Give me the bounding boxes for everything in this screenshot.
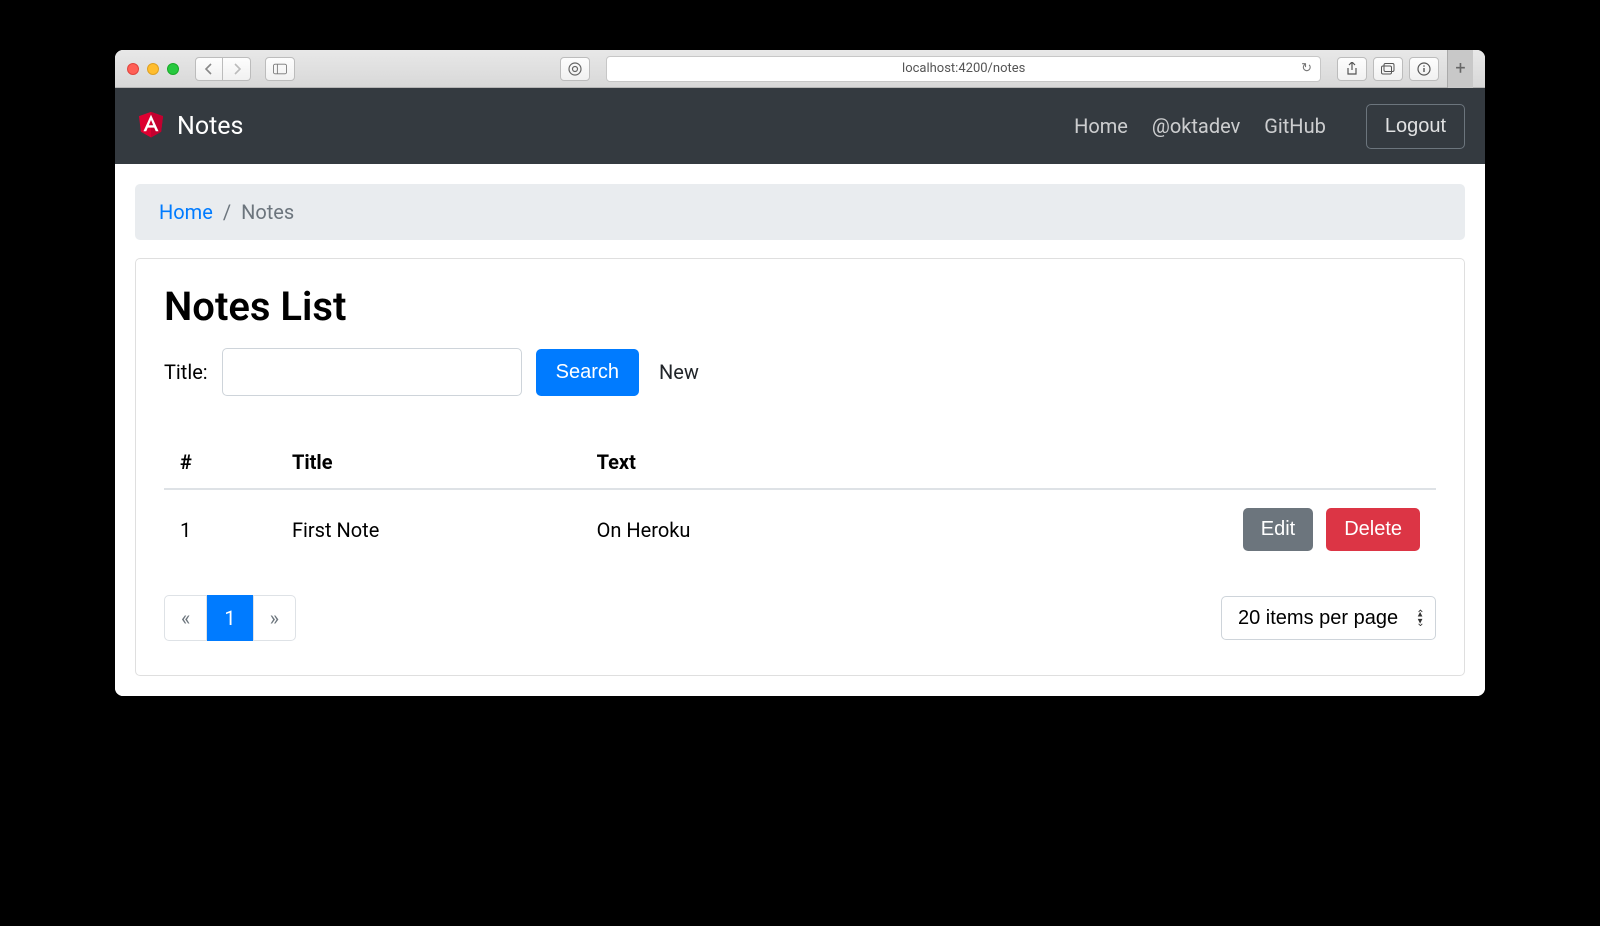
privacy-button[interactable]: [560, 57, 590, 81]
per-page-select-wrap: 20 items per page ▲▼: [1221, 596, 1436, 640]
window-controls: [127, 63, 179, 75]
nav-link-oktadev[interactable]: @oktadev: [1152, 114, 1240, 138]
address-bar[interactable]: localhost:4200/notes ↻: [606, 56, 1321, 82]
logout-button[interactable]: Logout: [1366, 104, 1465, 149]
table-footer: « 1 » 20 items per page ▲▼: [164, 595, 1436, 641]
minimize-window-icon[interactable]: [147, 63, 159, 75]
close-window-icon[interactable]: [127, 63, 139, 75]
content-area: Home / Notes Notes List Title: Search Ne…: [115, 164, 1485, 696]
filter-label: Title:: [164, 360, 208, 384]
url-text: localhost:4200/notes: [902, 61, 1025, 76]
cell-title: First Note: [276, 489, 581, 569]
info-button[interactable]: [1409, 57, 1439, 81]
delete-button[interactable]: Delete: [1326, 508, 1420, 551]
search-button[interactable]: Search: [536, 349, 639, 396]
notes-card: Notes List Title: Search New # Title Tex…: [135, 258, 1465, 676]
maximize-window-icon[interactable]: [167, 63, 179, 75]
page-current[interactable]: 1: [207, 595, 252, 641]
new-link[interactable]: New: [659, 360, 699, 384]
brand[interactable]: Notes: [135, 107, 243, 145]
breadcrumb-current: Notes: [241, 200, 294, 224]
angular-logo-icon: [135, 107, 167, 145]
breadcrumb: Home / Notes: [135, 184, 1465, 240]
nav-link-home[interactable]: Home: [1074, 114, 1128, 138]
chrome-right-controls: [1337, 57, 1439, 81]
cell-num: 1: [164, 489, 276, 569]
page-title: Notes List: [164, 283, 1436, 330]
notes-table: # Title Text 1 First Note On Heroku Edit…: [164, 436, 1436, 569]
col-text: Text: [581, 436, 902, 489]
breadcrumb-home[interactable]: Home: [159, 200, 213, 224]
col-actions: [902, 436, 1436, 489]
col-title: Title: [276, 436, 581, 489]
tabs-button[interactable]: [1373, 57, 1403, 81]
table-row: 1 First Note On Heroku Edit Delete: [164, 489, 1436, 569]
browser-chrome: localhost:4200/notes ↻ +: [115, 50, 1485, 88]
nav-links: Home @oktadev GitHub Logout: [1074, 104, 1465, 149]
browser-window: localhost:4200/notes ↻ + Notes Home @o: [115, 50, 1485, 696]
forward-button[interactable]: [223, 57, 251, 81]
refresh-icon[interactable]: ↻: [1301, 61, 1312, 76]
breadcrumb-separator: /: [223, 200, 231, 224]
select-caret-icon: ▲▼: [1416, 612, 1424, 625]
app-navbar: Notes Home @oktadev GitHub Logout: [115, 88, 1485, 164]
cell-text: On Heroku: [581, 489, 902, 569]
filter-row: Title: Search New: [164, 348, 1436, 396]
back-button[interactable]: [195, 57, 223, 81]
nav-buttons: [195, 57, 251, 81]
nav-link-github[interactable]: GitHub: [1264, 114, 1326, 138]
edit-button[interactable]: Edit: [1243, 508, 1313, 551]
share-button[interactable]: [1337, 57, 1367, 81]
title-input[interactable]: [222, 348, 522, 396]
page-next[interactable]: »: [253, 595, 296, 641]
cell-actions: Edit Delete: [902, 489, 1436, 569]
new-tab-button[interactable]: +: [1447, 50, 1473, 88]
per-page-select[interactable]: 20 items per page: [1221, 596, 1436, 640]
sidebar-toggle-button[interactable]: [265, 57, 295, 81]
pagination: « 1 »: [164, 595, 296, 641]
col-num: #: [164, 436, 276, 489]
table-header-row: # Title Text: [164, 436, 1436, 489]
page-prev[interactable]: «: [164, 595, 207, 641]
brand-text: Notes: [177, 112, 243, 141]
